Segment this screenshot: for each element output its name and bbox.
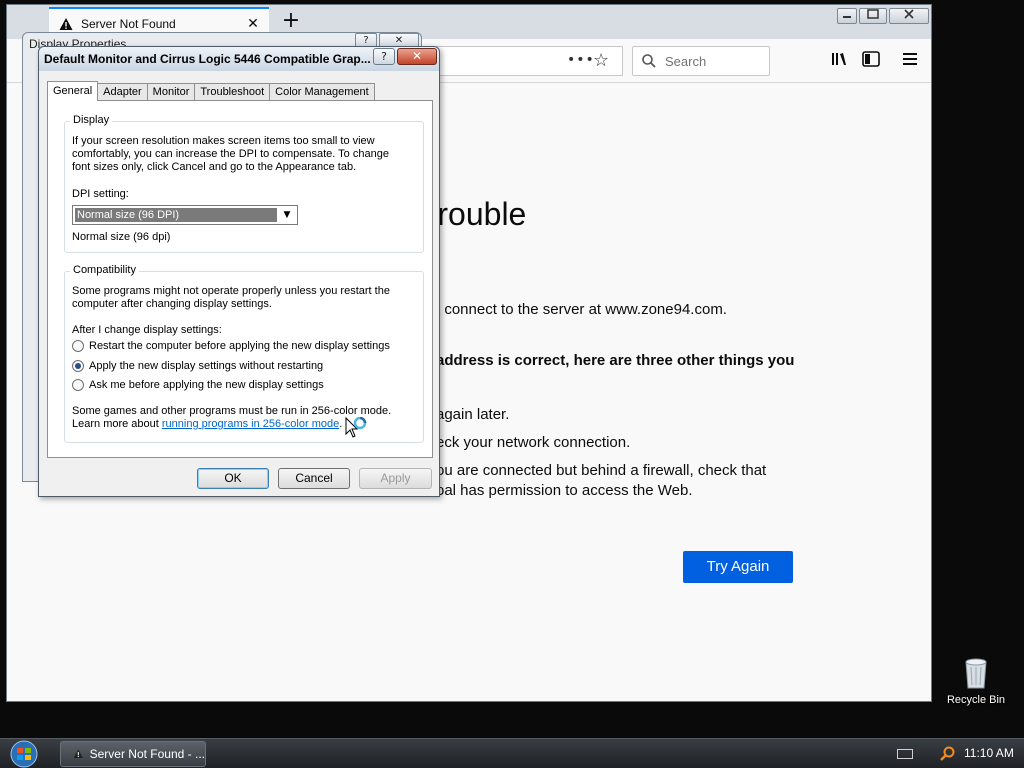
tab-adapter[interactable]: Adapter <box>97 83 148 101</box>
error-tip-firewall-2: oal has permission to access the Web. <box>436 482 693 499</box>
start-button[interactable] <box>6 740 44 768</box>
dialog-close-button[interactable]: ✕ <box>397 48 437 65</box>
library-icon[interactable] <box>830 51 850 71</box>
error-tip-later: again later. <box>436 406 510 423</box>
tab-close-icon[interactable]: ✕ <box>245 16 261 32</box>
page-actions-icon[interactable]: ••• <box>567 52 595 68</box>
dialog-help-button[interactable]: ? <box>373 48 395 65</box>
after-change-label: After I change display settings: <box>72 324 222 336</box>
taskbar-item-browser[interactable]: Server Not Found - ... <box>60 741 206 767</box>
dialog-title: Default Monitor and Cirrus Logic 5446 Co… <box>44 52 371 66</box>
radio-button-selected[interactable] <box>72 360 84 372</box>
display-description: If your screen resolution makes screen i… <box>72 135 389 173</box>
busy-cursor-icon <box>345 417 367 438</box>
recycle-bin-icon <box>965 658 987 689</box>
cancel-button[interactable]: Cancel <box>278 468 350 489</box>
dpi-note: Normal size (96 dpi) <box>72 231 171 243</box>
chevron-down-icon[interactable]: ▼ <box>279 207 295 223</box>
tab-title: Server Not Found <box>81 17 176 31</box>
radio-button[interactable] <box>72 379 84 391</box>
dpi-setting-select[interactable]: Normal size (96 DPI) ▼ <box>72 205 298 225</box>
clock[interactable]: 11:10 AM <box>964 746 1014 760</box>
error-tip-network: eck your network connection. <box>436 434 631 451</box>
try-again-button[interactable]: Try Again <box>683 551 793 583</box>
radio-apply-without-restart[interactable]: Apply the new display settings without r… <box>72 360 323 372</box>
radio-restart[interactable]: Restart the computer before applying the… <box>72 340 390 352</box>
menu-hamburger-icon[interactable] <box>900 51 920 71</box>
warning-icon <box>59 17 73 31</box>
error-connect-text: t connect to the server at www.zone94.co… <box>436 301 727 318</box>
keyboard-icon[interactable] <box>897 749 913 759</box>
error-advice-heading: address is correct, here are three other… <box>436 352 795 369</box>
search-icon[interactable] <box>940 746 956 762</box>
close-window-button[interactable] <box>889 8 929 24</box>
dpi-setting-label: DPI setting: <box>72 188 129 200</box>
browser-app-icon <box>73 749 83 758</box>
compatibility-group-label: Compatibility <box>70 264 139 276</box>
ok-button[interactable]: OK <box>197 468 269 489</box>
search-input[interactable]: Search <box>632 46 770 76</box>
minimize-button[interactable] <box>837 8 857 24</box>
sidebar-icon[interactable] <box>861 51 881 71</box>
display-group-label: Display <box>70 114 113 126</box>
256-color-help-link[interactable]: running programs in 256-color mode <box>162 418 339 430</box>
recycle-bin[interactable]: Recycle Bin <box>944 656 1008 706</box>
url-bar[interactable]: ••• ☆ <box>427 46 623 76</box>
taskbar-item-label: Server Not Found - ... <box>89 747 205 761</box>
dialog-titlebar[interactable]: Default Monitor and Cirrus Logic 5446 Co… <box>39 47 439 71</box>
bookmark-star-icon[interactable]: ☆ <box>593 50 609 71</box>
error-tip-firewall-1: ou are connected but behind a firewall, … <box>436 462 767 479</box>
radio-button[interactable] <box>72 340 84 352</box>
new-tab-button[interactable]: + <box>279 10 303 34</box>
dialog-tabs: General Adapter Monitor Troubleshoot Col… <box>47 81 375 101</box>
search-placeholder: Search <box>665 53 707 69</box>
tab-monitor[interactable]: Monitor <box>146 83 196 101</box>
radio-ask-me[interactable]: Ask me before applying the new display s… <box>72 379 324 391</box>
apply-button[interactable]: Apply <box>359 468 432 489</box>
tab-troubleshoot[interactable]: Troubleshoot <box>194 83 271 101</box>
recycle-bin-label: Recycle Bin <box>946 694 1006 706</box>
windows-logo-icon <box>10 740 38 768</box>
dpi-setting-value: Normal size (96 DPI) <box>75 208 277 222</box>
taskbar: Server Not Found - ... 11:10 AM <box>0 738 1024 768</box>
monitor-properties-dialog: Default Monitor and Cirrus Logic 5446 Co… <box>38 46 440 497</box>
tab-color-management[interactable]: Color Management <box>269 83 375 101</box>
games-note: Some games and other programs must be ru… <box>72 405 392 430</box>
general-tab-panel: Display If your screen resolution makes … <box>47 100 433 458</box>
compatibility-description: Some programs might not operate properly… <box>72 285 390 310</box>
tab-general[interactable]: General <box>47 81 99 101</box>
maximize-button[interactable] <box>859 8 887 24</box>
search-icon <box>642 54 656 68</box>
